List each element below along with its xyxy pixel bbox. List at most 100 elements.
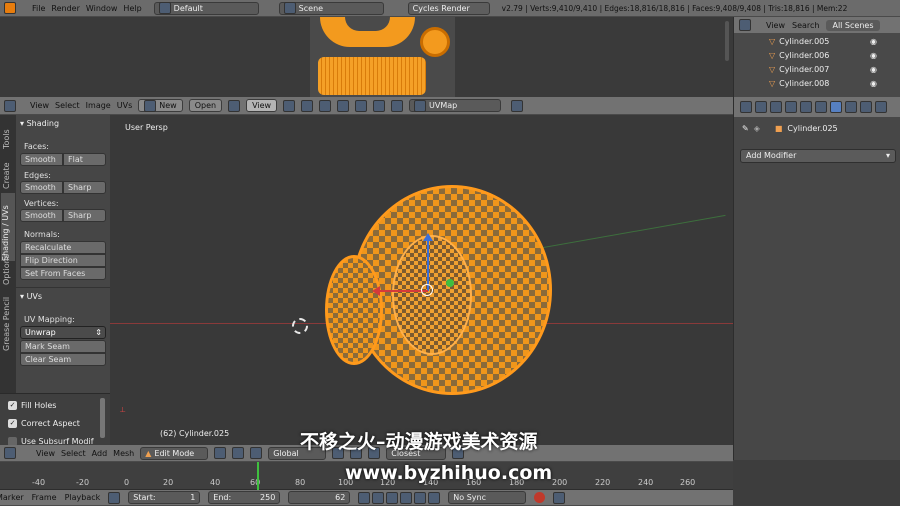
outliner-tab-view[interactable]: View [766, 21, 785, 30]
outliner-tab-all-scenes[interactable]: All Scenes [826, 19, 880, 31]
pivot-center-icon[interactable] [232, 447, 245, 459]
tab-create[interactable]: Create [2, 153, 11, 189]
unwrap-dropdown[interactable]: Unwrap ⇕ [20, 326, 106, 339]
timeline-menu-frame[interactable]: Frame [32, 493, 57, 502]
fill-holes-option[interactable]: ✓ Fill Holes [8, 401, 56, 410]
open-image-button[interactable]: Open [188, 99, 223, 112]
new-image-button[interactable]: New [138, 99, 183, 112]
world-tab-icon[interactable] [785, 101, 797, 113]
render-tab-icon[interactable] [740, 101, 752, 113]
correct-aspect-option[interactable]: ✓ Correct Aspect [8, 419, 80, 428]
view3d-menu-select[interactable]: Select [61, 449, 86, 458]
uv-menu-uvs[interactable]: UVs [117, 101, 133, 110]
proportional-edit-icon[interactable] [373, 99, 386, 112]
view-mode-select[interactable]: View [246, 99, 278, 112]
texture-tab-icon[interactable] [875, 101, 887, 113]
vertices-sharp-button[interactable]: Sharp [63, 209, 106, 222]
viewport-shading-icon[interactable] [214, 447, 227, 459]
outliner-editor-icon[interactable] [739, 19, 751, 31]
menu-window[interactable]: Window [86, 4, 118, 13]
uv-editor-scrollbar[interactable] [725, 21, 729, 61]
outliner-item[interactable]: ▽ Cylinder.006 ◉ [769, 48, 900, 62]
current-frame-field[interactable]: 62 [288, 491, 351, 504]
play-reverse-icon[interactable] [386, 491, 399, 504]
sync-selection-icon[interactable] [283, 99, 296, 112]
edges-smooth-button[interactable]: Smooth [20, 181, 63, 194]
start-frame-field[interactable]: Start: 1 [128, 491, 201, 504]
operator-scrollbar[interactable] [100, 398, 105, 438]
transform-gizmo-x-tip[interactable] [372, 286, 380, 296]
tab-options[interactable]: Options [2, 245, 11, 285]
render-result-icon[interactable] [511, 99, 524, 112]
pin-icon[interactable]: ✎ [742, 124, 749, 133]
outliner-item[interactable]: ▽ Cylinder.008 ◉ [769, 76, 900, 90]
editor-type-icon[interactable] [4, 99, 16, 112]
manipulator-icon[interactable] [250, 447, 263, 459]
transform-gizmo-z-tip[interactable] [423, 233, 433, 241]
outliner-item[interactable]: ▽ Cylinder.005 ◉ [769, 34, 900, 48]
play-icon[interactable] [400, 491, 413, 504]
end-frame-field[interactable]: End: 250 [208, 491, 281, 504]
checkbox-checked-icon[interactable]: ✓ [8, 401, 17, 410]
transform-gizmo-y[interactable] [446, 279, 454, 287]
scene-tab-icon[interactable] [770, 101, 782, 113]
material-tab-icon[interactable] [860, 101, 872, 113]
blender-logo-icon[interactable] [4, 2, 16, 14]
uv-editor-canvas[interactable] [0, 17, 733, 97]
add-modifier-dropdown[interactable]: Add Modifier ▾ [740, 149, 896, 163]
timeline-menu-marker[interactable]: Marker [0, 493, 24, 502]
view3d-menu-mesh[interactable]: Mesh [113, 449, 134, 458]
object-tab-icon[interactable] [800, 101, 812, 113]
visibility-eye-icon[interactable]: ◉ [870, 65, 877, 74]
face-select-icon[interactable] [337, 99, 350, 112]
jump-end-icon[interactable] [428, 491, 441, 504]
uvs-panel-title[interactable]: ▾ UVs [20, 292, 42, 301]
set-from-faces-button[interactable]: Set From Faces [20, 267, 106, 280]
layout-selector[interactable]: Default [153, 1, 259, 15]
shading-panel-title[interactable]: ▾ Shading [20, 119, 59, 128]
faces-smooth-button[interactable]: Smooth [20, 153, 63, 166]
pin-icon[interactable] [228, 99, 241, 112]
data-tab-icon[interactable] [845, 101, 857, 113]
scene-selector[interactable]: Scene [278, 1, 384, 15]
jump-start-icon[interactable] [358, 491, 371, 504]
snap-icon[interactable] [391, 99, 404, 112]
uv-menu-select[interactable]: Select [55, 101, 80, 110]
menu-file[interactable]: File [32, 4, 45, 13]
mark-seam-button[interactable]: Mark Seam [20, 340, 106, 353]
recalculate-button[interactable]: Recalculate [20, 241, 106, 254]
outliner-item[interactable]: ▽ Cylinder.007 ◉ [769, 62, 900, 76]
view3d-menu-view[interactable]: View [36, 449, 55, 458]
view3d-menu-add[interactable]: Add [92, 449, 108, 458]
constraints-tab-icon[interactable] [815, 101, 827, 113]
mode-select[interactable]: ▲ Edit Mode [140, 446, 209, 460]
edge-select-icon[interactable] [319, 99, 332, 112]
menu-help[interactable]: Help [123, 4, 141, 13]
sync-mode-select[interactable]: No Sync [448, 491, 527, 504]
timeline-menu-playback[interactable]: Playback [65, 493, 101, 502]
visibility-eye-icon[interactable]: ◉ [870, 37, 877, 46]
edges-sharp-button[interactable]: Sharp [63, 181, 106, 194]
flip-direction-button[interactable]: Flip Direction [20, 254, 106, 267]
visibility-eye-icon[interactable]: ◉ [870, 51, 877, 60]
uv-menu-image[interactable]: Image [86, 101, 111, 110]
outliner-tab-search[interactable]: Search [792, 21, 819, 30]
record-icon[interactable] [534, 492, 546, 503]
editor-type-icon[interactable] [4, 447, 16, 459]
faces-flat-button[interactable]: Flat [63, 153, 106, 166]
checkbox-checked-icon[interactable]: ✓ [8, 419, 17, 428]
vertex-select-icon[interactable] [301, 99, 314, 112]
clear-seam-button[interactable]: Clear Seam [20, 353, 106, 366]
tab-grease-pencil[interactable]: Grease Pencil [2, 291, 11, 351]
vertices-smooth-button[interactable]: Smooth [20, 209, 63, 222]
uvmap-select[interactable]: UVMap [409, 99, 502, 112]
keying-set-icon[interactable] [553, 491, 566, 504]
next-keyframe-icon[interactable] [414, 491, 427, 504]
playhead[interactable] [257, 462, 259, 490]
prev-keyframe-icon[interactable] [372, 491, 385, 504]
uv-menu-view[interactable]: View [30, 101, 49, 110]
visibility-eye-icon[interactable]: ◉ [870, 79, 877, 88]
layers-tab-icon[interactable] [755, 101, 767, 113]
tab-tools[interactable]: Tools [2, 119, 11, 149]
render-engine-select[interactable]: Cycles Render [407, 1, 490, 15]
